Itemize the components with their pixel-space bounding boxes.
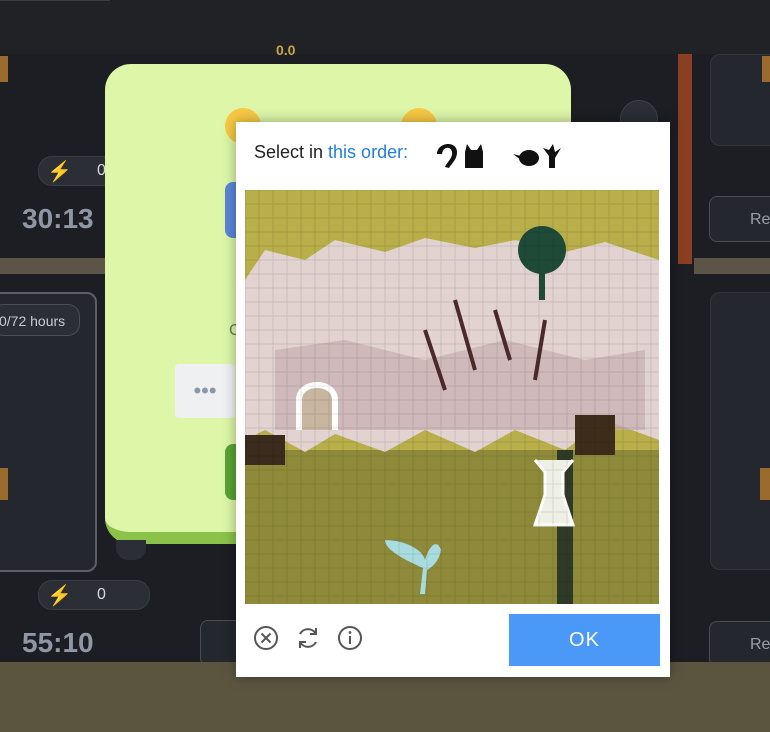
captcha-prompt-prefix: Select in (254, 142, 329, 162)
captcha-prompt-link[interactable]: this order: (328, 142, 408, 162)
crate-icon (760, 468, 770, 500)
teapot-glyph-icon (513, 150, 539, 166)
hook-glyph-icon (437, 143, 457, 168)
captcha-prompt: Select in this order: (254, 142, 408, 163)
close-circle-icon[interactable] (252, 624, 280, 652)
bg-separator-right (694, 258, 770, 274)
bg-card-right-top[interactable] (710, 54, 770, 146)
crate-icon (0, 468, 8, 500)
small-info-icon[interactable] (116, 540, 146, 560)
lightning-icon: ⚡ (47, 161, 72, 183)
hours-badge: 0/72 hours (0, 304, 80, 336)
right-button-bottom[interactable]: Re (709, 621, 770, 667)
sprout-glyph-icon (543, 144, 561, 168)
captcha-image[interactable] (245, 190, 659, 604)
top-bar-divider (0, 0, 110, 1)
energy-pill-bottom: ⚡ 0 (38, 580, 150, 610)
right-button-bottom-label: Re (750, 636, 770, 653)
info-icon[interactable] (336, 624, 364, 652)
ok-button[interactable]: OK (509, 614, 660, 666)
bg-card-right-mid[interactable] (710, 292, 770, 570)
refresh-icon[interactable] (294, 624, 322, 652)
captcha-dialog: Select in this order: OK (236, 122, 670, 677)
crate-icon (762, 56, 770, 82)
top-bar (0, 0, 770, 54)
crate-icon (0, 56, 8, 82)
right-button-top[interactable]: Re (709, 196, 770, 242)
timer-bottom: 55:10 (22, 627, 94, 658)
timer-top: 30:13 (22, 203, 94, 234)
captcha-order-glyphs (437, 143, 561, 168)
energy-count-bottom: 0 (97, 586, 106, 603)
cat-glyph-icon (465, 144, 483, 168)
lightning-icon: ⚡ (47, 585, 72, 607)
modal-dots-field[interactable]: ••• (175, 364, 235, 418)
background-orange-strip (678, 54, 692, 264)
right-button-top-label: Re (750, 211, 770, 228)
top-fragment-text: 0.0 (276, 42, 296, 58)
